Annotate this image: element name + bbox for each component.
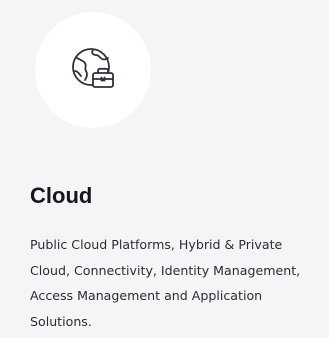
cloud-service-card: Cloud Public Cloud Platforms, Hybrid & P… bbox=[0, 0, 329, 338]
card-title: Cloud bbox=[30, 183, 93, 208]
card-description: Public Cloud Platforms, Hybrid & Private… bbox=[30, 237, 301, 329]
icon-badge bbox=[35, 12, 151, 128]
globe-briefcase-icon bbox=[72, 48, 114, 88]
